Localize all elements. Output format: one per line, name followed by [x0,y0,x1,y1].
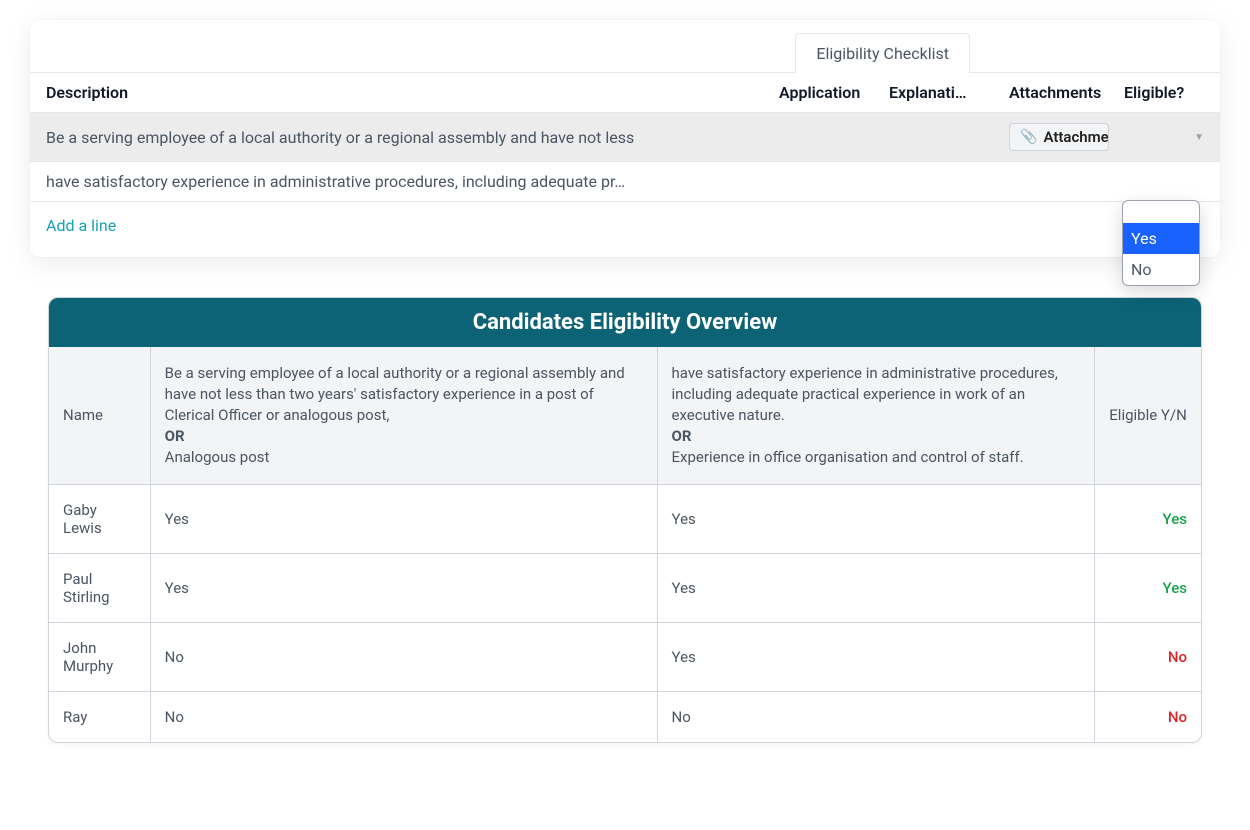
overview-row: Paul Stirling Yes Yes Yes [49,554,1201,623]
row-attachments-cell: 📎 Attachme [1009,123,1124,151]
criterion2-value: Yes [657,554,1095,623]
criterion1-value: No [150,623,657,692]
criterion1-value: Yes [150,485,657,554]
overview-table: Name Be a serving employee of a local au… [49,347,1201,742]
header-attachments: Attachments [1009,83,1124,102]
row-description: have satisfactory experience in administ… [46,172,779,191]
criterion1-or: OR [165,427,185,445]
checklist-header-row: Description Application Explanati… Attac… [30,73,1220,113]
eligible-value: Yes [1163,579,1187,597]
overview-header-row: Name Be a serving employee of a local au… [49,347,1201,485]
criterion1-value: Yes [150,554,657,623]
criterion2-or: OR [672,427,692,445]
add-line-button[interactable]: Add a line [30,202,1220,257]
checklist-row[interactable]: Be a serving employee of a local authori… [30,113,1220,162]
overview-header-name: Name [49,347,150,485]
dropdown-option-no[interactable]: No [1123,254,1199,285]
eligible-dropdown: Yes No [1122,200,1200,286]
overview-row: Ray No No No [49,692,1201,743]
criterion2-value: Yes [657,485,1095,554]
criterion1-alt: Analogous post [165,448,270,466]
eligible-value: No [1168,648,1187,666]
attachments-button[interactable]: 📎 Attachme [1009,123,1109,151]
eligibility-checklist-panel: Eligibility Checklist Description Applic… [30,20,1220,257]
criterion1-value: No [150,692,657,743]
criterion2-alt: Experience in office organisation and co… [672,448,1024,466]
tab-eligibility-checklist[interactable]: Eligibility Checklist [795,33,970,73]
eligible-value: Yes [1163,510,1187,528]
overview-row: Gaby Lewis Yes Yes Yes [49,485,1201,554]
eligible-dropdown-trigger[interactable]: ▼ [1124,125,1204,149]
overview-header-eligible: Eligible Y/N [1095,347,1201,485]
header-application: Application [779,83,889,102]
criterion1-text: Be a serving employee of a local authori… [165,364,625,424]
overview-header-criterion-2: have satisfactory experience in administ… [657,347,1095,485]
criterion2-text: have satisfactory experience in administ… [672,364,1058,424]
candidate-name: John Murphy [49,623,150,692]
candidate-name: Gaby Lewis [49,485,150,554]
tab-strip: Eligibility Checklist [30,20,1220,73]
eligible-value: No [1168,708,1187,726]
checklist-row[interactable]: have satisfactory experience in administ… [30,162,1220,202]
header-explanation: Explanati… [889,83,1009,102]
overview-panel: Candidates Eligibility Overview Name Be … [48,297,1202,743]
overview-row: John Murphy No Yes No [49,623,1201,692]
dropdown-option-blank[interactable] [1123,201,1199,223]
candidate-name: Paul Stirling [49,554,150,623]
overview-header-criterion-1: Be a serving employee of a local authori… [150,347,657,485]
criterion2-value: No [657,692,1095,743]
dropdown-option-yes[interactable]: Yes [1123,223,1199,254]
header-eligible: Eligible? [1124,83,1204,102]
row-description: Be a serving employee of a local authori… [46,128,779,147]
row-eligible-cell: ▼ [1124,125,1204,149]
paperclip-icon: 📎 [1020,129,1037,145]
overview-title: Candidates Eligibility Overview [49,298,1201,347]
header-description: Description [46,83,779,102]
candidate-name: Ray [49,692,150,743]
criterion2-value: Yes [657,623,1095,692]
chevron-down-icon: ▼ [1194,132,1204,143]
attachments-button-label: Attachme [1043,128,1108,146]
